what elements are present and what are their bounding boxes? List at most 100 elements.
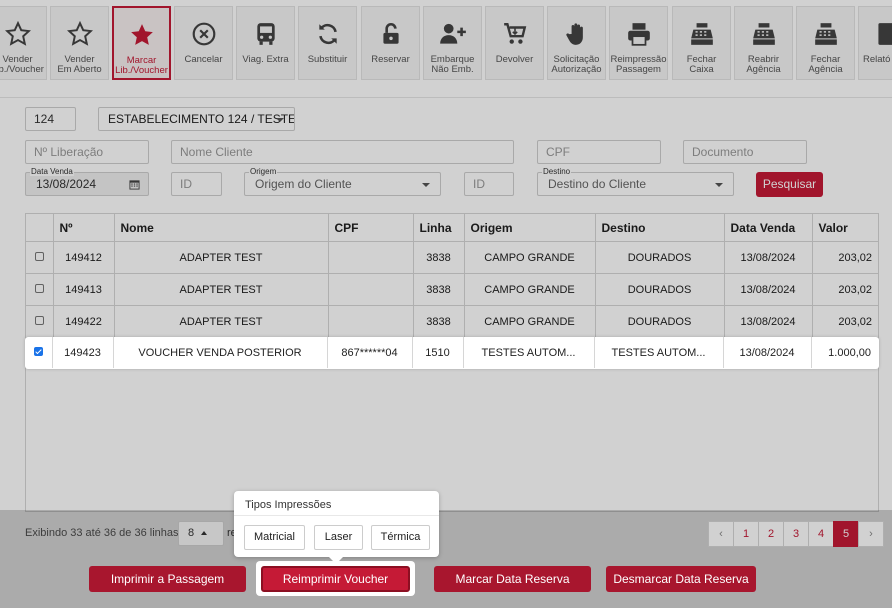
page-prev[interactable]: ‹ [708, 521, 734, 547]
reimprimir-voucher-button[interactable]: Reimprimir Voucher [261, 566, 410, 592]
matricial-option[interactable]: Matricial [244, 525, 305, 550]
cell-linha: 3838 [413, 305, 465, 338]
destino-value: Destino do Cliente [548, 177, 647, 191]
col-nome[interactable]: Nome [114, 214, 329, 242]
caret-down-icon [276, 118, 284, 122]
cell-nome: VOUCHER VENDA POSTERIOR [113, 337, 328, 368]
popover-divider [234, 515, 439, 516]
page-1[interactable]: 1 [733, 521, 759, 547]
col-linha[interactable]: Linha [413, 214, 465, 242]
cell-cpf: 867******04 [327, 337, 413, 368]
col-origem[interactable]: Origem [464, 214, 596, 242]
popover-title: Tipos Impressões [245, 499, 332, 511]
viag-extra-button[interactable]: Viag. Extra [236, 6, 295, 80]
toolbar: Vender Lib./Voucher Vender Em Aberto Mar… [0, 6, 892, 82]
cell-origem: CAMPO GRANDE [464, 273, 596, 306]
circle-x-icon [192, 22, 215, 46]
cell-valor: 203,02 [812, 241, 878, 274]
col-valor[interactable]: Valor [812, 214, 878, 242]
cpf-input[interactable]: CPF [537, 140, 661, 164]
caret-up-icon [201, 531, 208, 536]
reimpressao-passagem-button[interactable]: Reimpressão Passagem [609, 6, 668, 80]
col-data-venda[interactable]: Data Venda [724, 214, 813, 242]
page-next[interactable]: › [858, 521, 884, 547]
cell-valor: 203,02 [812, 273, 878, 306]
data-venda-value: 13/08/2024 [36, 177, 97, 191]
destino-id-input[interactable]: ID [464, 172, 514, 196]
cell-nome: ADAPTER TEST [114, 305, 329, 338]
solicitacao-autorizacao-button[interactable]: Solicitação Autorização [547, 6, 606, 80]
cell-destino: DOURADOS [595, 305, 725, 338]
selected-row[interactable]: 149423 VOUCHER VENDA POSTERIOR 867******… [25, 337, 879, 369]
fechar-caixa-button[interactable]: Fechar Caixa [672, 6, 731, 80]
pesquisar-button[interactable]: Pesquisar [756, 172, 823, 197]
tipos-impressoes-popover: Tipos Impressões Matricial Laser Térmica [234, 491, 439, 564]
calendar-icon [129, 180, 140, 190]
devolver-button[interactable]: Devolver [485, 6, 544, 80]
page-2[interactable]: 2 [758, 521, 784, 547]
fechar-agencia-button[interactable]: Fechar Agência [796, 6, 855, 80]
hand-icon [565, 23, 583, 45]
nome-cliente-input[interactable]: Nome Cliente [171, 140, 514, 164]
laser-option[interactable]: Laser [314, 525, 363, 550]
cancelar-button[interactable]: Cancelar [174, 6, 233, 80]
table-row[interactable]: 149413 ADAPTER TEST 3838 CAMPO GRANDE DO… [26, 273, 878, 306]
cash-register-icon [752, 23, 775, 45]
star-outline-icon [4, 21, 31, 46]
col-select [26, 214, 54, 242]
cell-data: 13/08/2024 [723, 337, 812, 368]
cell-num: 149412 [53, 241, 115, 274]
row-checkbox[interactable] [34, 251, 44, 261]
caret-down-icon [422, 183, 430, 187]
row-checkbox[interactable] [34, 315, 44, 325]
vender-lib-voucher-button[interactable]: Vender Lib./Voucher [0, 6, 47, 80]
row-checkbox[interactable] [34, 283, 44, 293]
cell-data: 13/08/2024 [724, 241, 813, 274]
page-5[interactable]: 5 [833, 521, 859, 547]
cell-valor: 1.000,00 [828, 346, 871, 359]
cell-cpf [328, 241, 414, 274]
user-plus-icon [439, 23, 466, 44]
cash-register-icon [814, 23, 837, 45]
desmarcar-data-reserva-button[interactable]: Desmarcar Data Reserva [606, 566, 756, 592]
row-checkbox-checked[interactable] [33, 346, 43, 356]
reabrir-agencia-button[interactable]: Reabrir Agência [734, 6, 793, 80]
star-outline-icon [66, 21, 93, 46]
imprimir-passagem-button[interactable]: Imprimir a Passagem [89, 566, 246, 592]
cell-linha: 1510 [412, 337, 464, 368]
bus-icon [256, 23, 275, 45]
col-destino[interactable]: Destino [595, 214, 725, 242]
divider [0, 97, 892, 98]
pagination: ‹ 1 2 3 4 5 › [708, 521, 884, 547]
unlock-icon [382, 22, 399, 44]
embarque-nao-emb-button[interactable]: Embarque Não Emb. [423, 6, 482, 80]
cell-valor: 203,02 [812, 305, 878, 338]
origem-value: Origem do Cliente [255, 177, 352, 191]
cell-destino: DOURADOS [595, 273, 725, 306]
page-4[interactable]: 4 [808, 521, 834, 547]
vender-em-aberto-button[interactable]: Vender Em Aberto [50, 6, 109, 80]
origem-id-input[interactable]: ID [171, 172, 222, 196]
table-row[interactable]: 149412 ADAPTER TEST 3838 CAMPO GRANDE DO… [26, 241, 878, 274]
origem-label: Origem [249, 167, 278, 176]
page-3[interactable]: 3 [783, 521, 809, 547]
page-size-select[interactable]: 8 [178, 521, 224, 546]
refresh-icon [318, 23, 337, 45]
relatorios-button[interactable]: Relató [858, 6, 892, 80]
substituir-button[interactable]: Substituir [298, 6, 357, 80]
table-row[interactable]: 149422 ADAPTER TEST 3838 CAMPO GRANDE DO… [26, 305, 878, 338]
col-num[interactable]: Nº [53, 214, 115, 242]
marcar-lib-voucher-button[interactable]: Marcar Lib./Voucher [112, 6, 171, 80]
liberacao-input[interactable]: Nº Liberação [25, 140, 149, 164]
reservar-button[interactable]: Reservar [361, 6, 420, 80]
marcar-data-reserva-button[interactable]: Marcar Data Reserva [434, 566, 591, 592]
printer-icon [627, 23, 650, 46]
establishment-select[interactable]: ESTABELECIMENTO 124 / TESTE [98, 107, 295, 131]
documento-input[interactable]: Documento [683, 140, 807, 164]
cell-origem: TESTES AUTOM... [463, 337, 595, 368]
agency-code-input[interactable]: 124 [25, 107, 76, 131]
cell-origem: CAMPO GRANDE [464, 305, 596, 338]
col-cpf[interactable]: CPF [328, 214, 414, 242]
termica-option[interactable]: Térmica [371, 525, 430, 550]
pagination-info: Exibindo 33 até 36 de 36 linhas [25, 527, 179, 539]
